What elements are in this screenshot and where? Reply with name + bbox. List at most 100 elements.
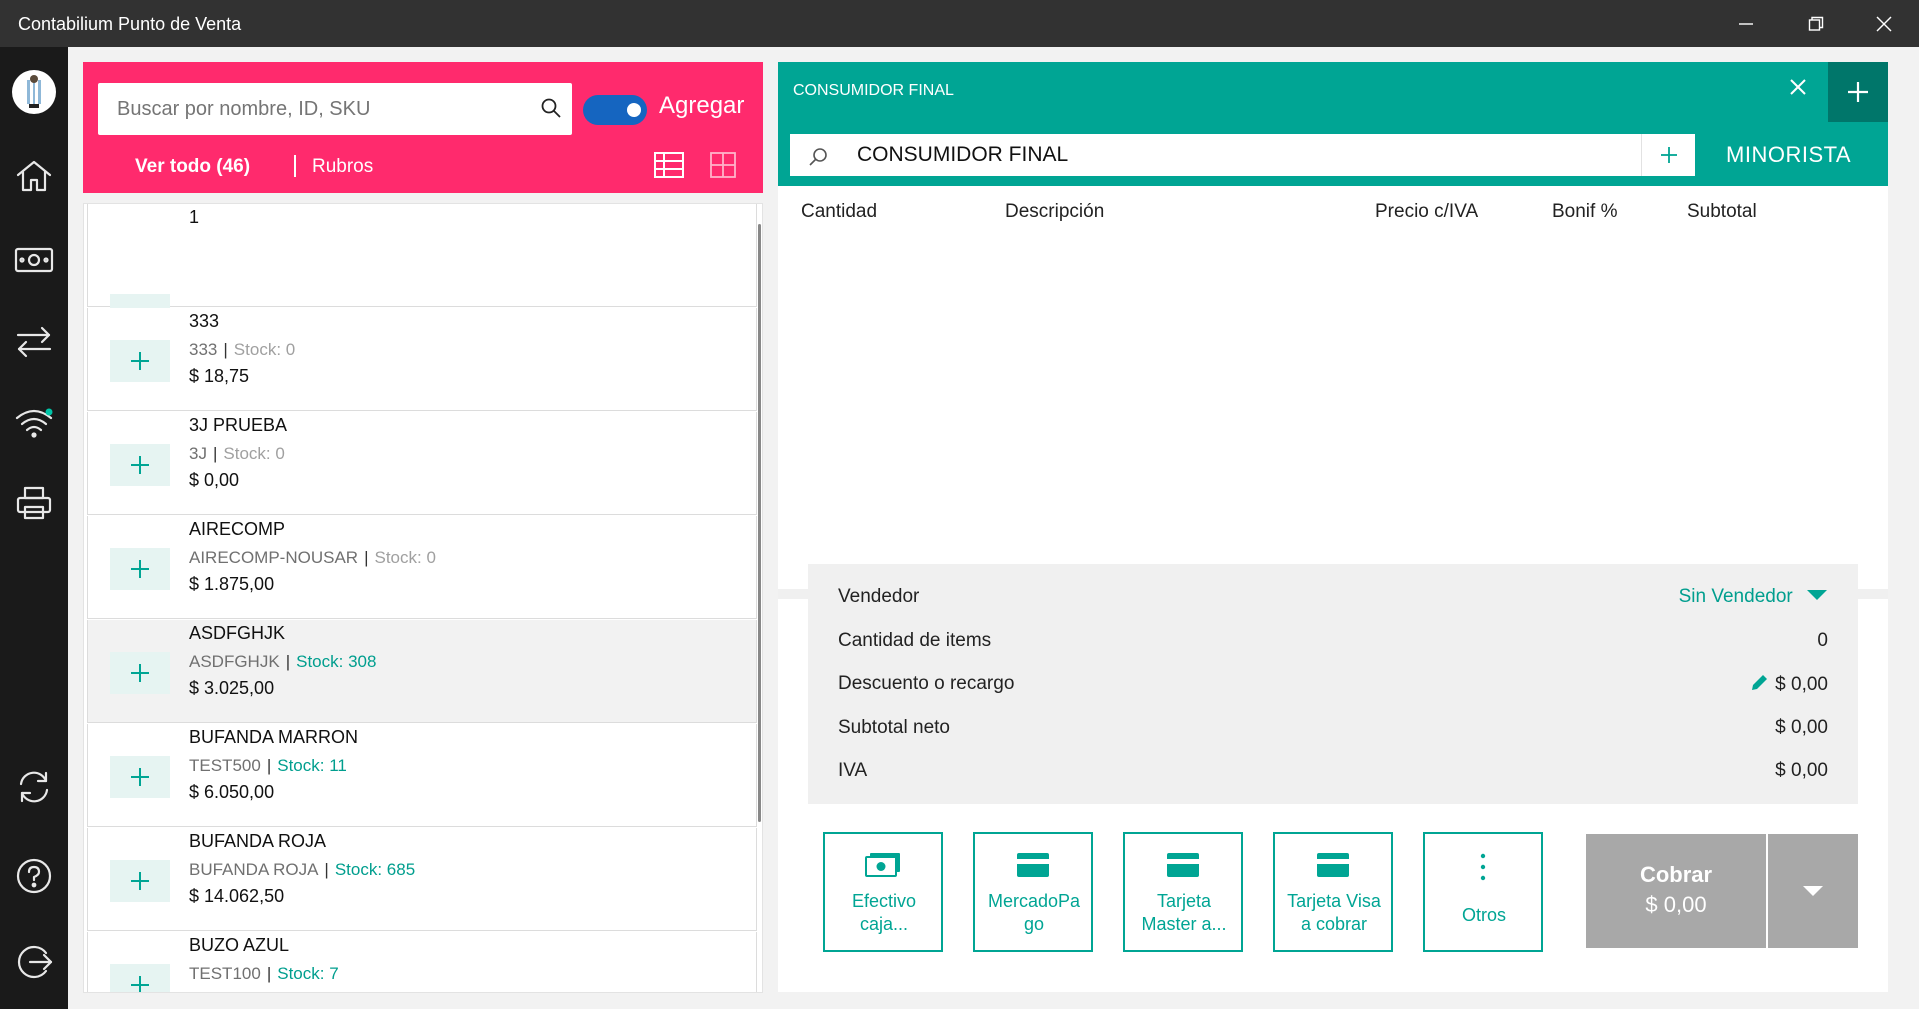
agregar-toggle[interactable] [583, 95, 647, 125]
pay-master-button[interactable]: Tarjeta Master a... [1123, 832, 1243, 952]
plus-icon [131, 664, 149, 682]
column-header: Subtotal [1687, 201, 1757, 222]
swap-arrows-icon [16, 326, 52, 358]
product-meta: TEST500 | Stock: 11 [189, 756, 347, 775]
close-window-button[interactable] [1849, 0, 1919, 47]
cobrar-amount: $ 0,00 [1645, 892, 1707, 917]
product-list: 1 333 333 | Stock: 0 $ 18,75 3J PRUEBA 3J |… [83, 203, 763, 993]
product-price: $ 6.050,00 [189, 782, 275, 802]
add-item-button[interactable] [110, 548, 170, 590]
product-stock: Stock: 0 [223, 444, 285, 463]
list-item[interactable]: BUFANDA ROJA BUFANDA ROJA | Stock: 685 $ 1… [87, 828, 757, 931]
add-item-button[interactable] [110, 964, 170, 992]
column-header: Bonif % [1552, 201, 1618, 222]
minimize-icon [1739, 22, 1753, 25]
logout-button[interactable] [0, 932, 68, 992]
product-code: 3J [189, 444, 207, 463]
list-item[interactable]: 333 333 | Stock: 0 $ 18,75 [87, 308, 757, 411]
product-search-input[interactable] [98, 83, 528, 135]
connection-button[interactable] [0, 393, 68, 453]
list-item[interactable]: ASDFGHJK ASDFGHJK | Stock: 308 $ 3.025,00 [87, 620, 757, 723]
summary-row: Vendedor Sin Vendedor [838, 586, 1828, 608]
pencil-icon[interactable] [1749, 673, 1769, 693]
plus-icon [131, 456, 149, 474]
home-icon [16, 160, 52, 192]
price-list-selector[interactable]: MINORISTA [1726, 142, 1851, 168]
search-icon[interactable] [540, 97, 562, 119]
avatar[interactable] [12, 70, 56, 114]
toggle-knob [627, 103, 641, 117]
product-stock: Stock: 0 [233, 340, 296, 359]
transfers-button[interactable] [0, 312, 68, 372]
logout-icon [17, 945, 53, 979]
pay-label: a cobrar [1300, 914, 1368, 934]
sale-panel: CONSUMIDOR FINAL CONSUMIDOR FINAL MINORI… [778, 62, 1888, 992]
plus-icon [1660, 147, 1677, 163]
product-price: $ 14.062,50 [189, 886, 285, 906]
descuento-value: $ 0,00 [1775, 674, 1828, 695]
product-name: AIRECOMP [189, 519, 286, 539]
cobrar-options-button[interactable] [1768, 834, 1858, 948]
list-item[interactable]: BUFANDA MARRON TEST500 | Stock: 11 $ 6.050… [87, 724, 757, 827]
column-header: Cantidad [801, 201, 878, 222]
product-code: BUFANDA ROJA [189, 860, 319, 879]
subtotal-value: $ 0,00 [1775, 717, 1828, 738]
help-button[interactable] [0, 846, 68, 906]
product-meta: TEST100 | Stock: 7 [189, 964, 339, 983]
add-item-button[interactable] [110, 444, 170, 486]
credit-card-icon [1017, 853, 1049, 877]
plus-icon [131, 872, 149, 890]
list-item[interactable]: 3J PRUEBA 3J | Stock: 0 $ 0,00 [87, 412, 757, 515]
summary-row: Descuento o recargo $ 0,00 [838, 673, 1828, 695]
add-item-button[interactable] [110, 340, 170, 382]
help-icon [16, 858, 52, 894]
pay-visa-button[interactable]: Tarjeta Visa a cobrar [1273, 832, 1393, 952]
list-item[interactable]: 1 [87, 204, 757, 308]
product-code: TEST500 [189, 756, 261, 775]
product-stock: Stock: 308 [296, 652, 377, 671]
more-vertical-icon [1480, 853, 1486, 881]
filter-all-link[interactable]: Ver todo (46) [135, 156, 250, 178]
add-item-button[interactable] [110, 860, 170, 902]
product-stock: Stock: 11 [277, 756, 347, 775]
list-view-icon[interactable] [654, 152, 684, 178]
minimize-button[interactable] [1711, 0, 1781, 47]
pay-mercadopago-button[interactable]: MercadoPa go [973, 832, 1093, 952]
add-item-button[interactable] [110, 756, 170, 798]
product-stock: Stock: 0 [374, 548, 436, 567]
product-meta: 3J | Stock: 0 [189, 444, 285, 463]
vendedor-dropdown[interactable]: Sin Vendedor [1679, 586, 1828, 608]
client-search-value[interactable]: CONSUMIDOR FINAL [857, 143, 1068, 167]
add-item-button[interactable] [110, 652, 170, 694]
descuento-label: Descuento o recargo [838, 673, 1015, 694]
restore-button[interactable] [1781, 0, 1851, 47]
filter-rubros-link[interactable]: Rubros [312, 156, 373, 178]
window-title: Contabilium Punto de Venta [18, 14, 242, 34]
close-icon [1876, 16, 1892, 31]
client-search[interactable]: CONSUMIDOR FINAL [790, 134, 1695, 176]
add-client-button[interactable] [1641, 134, 1695, 176]
cobrar-button[interactable]: Cobrar $ 0,00 [1586, 834, 1766, 948]
cobrar-label: Cobrar [1639, 862, 1713, 887]
add-item-button[interactable] [110, 294, 170, 308]
pay-otros-button[interactable]: Otros [1423, 832, 1543, 952]
pay-label: go [1023, 914, 1045, 934]
print-button[interactable] [0, 473, 68, 533]
cash-button[interactable] [0, 230, 68, 290]
list-item[interactable]: BUZO AZUL TEST100 | Stock: 7 [87, 932, 757, 992]
filter-divider [294, 155, 296, 177]
clear-client-icon[interactable] [1788, 77, 1808, 97]
product-name: BUFANDA ROJA [189, 831, 327, 851]
product-list-scrollbar[interactable] [758, 224, 761, 822]
pay-efectivo-button[interactable]: Efectivo caja... [823, 832, 943, 952]
title-bar: Contabilium Punto de Venta [0, 0, 1919, 47]
summary-row: Subtotal neto $ 0,00 [838, 717, 1828, 739]
chevron-down-icon [1807, 590, 1827, 600]
grid-view-icon[interactable] [710, 152, 736, 178]
new-sale-tab-button[interactable] [1828, 62, 1888, 122]
home-button[interactable] [0, 146, 68, 206]
column-header: Precio c/IVA [1375, 201, 1479, 222]
pay-label: Efectivo [851, 891, 917, 911]
list-item[interactable]: AIRECOMP AIRECOMP-NOUSAR | Stock: 0 $ 1.87… [87, 516, 757, 619]
sync-button[interactable] [0, 757, 68, 817]
